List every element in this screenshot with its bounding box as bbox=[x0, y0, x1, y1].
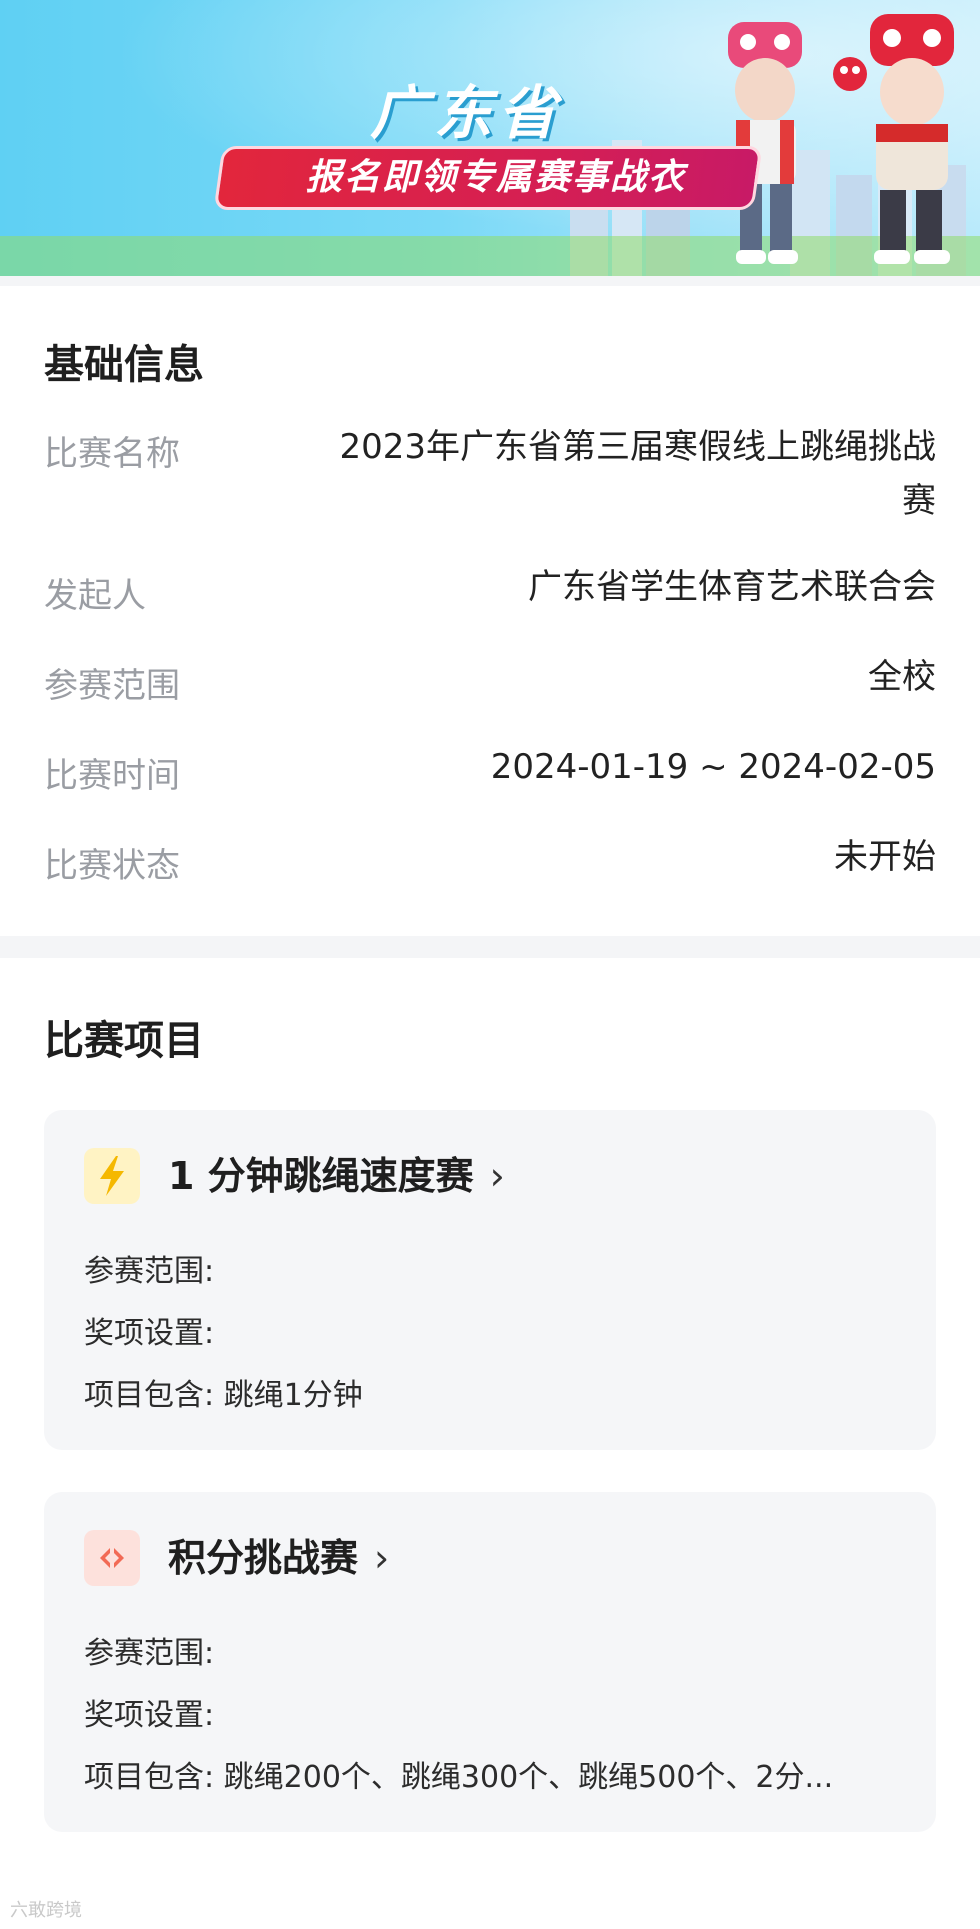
lightning-icon bbox=[84, 1148, 140, 1204]
banner-title: 广东省 bbox=[370, 79, 563, 147]
small-lion-head-icon bbox=[833, 57, 867, 91]
match-time-label: 比赛时间 bbox=[44, 756, 180, 796]
chevron-right-icon: › bbox=[374, 1536, 390, 1580]
match-time-value: 2024-01-19 ~ 2024-02-05 bbox=[490, 747, 936, 787]
event-includes-speed: 项目包含: 跳绳1分钟 bbox=[84, 1378, 363, 1413]
event-card-points[interactable]: 积分挑战赛 › 参赛范围: 奖项设置: 项目包含: 跳绳200个、跳绳300个、跳… bbox=[44, 1492, 936, 1832]
code-diamond-icon bbox=[84, 1530, 140, 1586]
event-awards-points: 奖项设置: bbox=[84, 1698, 215, 1733]
watermark: 六敢跨境 bbox=[10, 1900, 82, 1921]
basic-info-section: 基础信息 比赛名称 2023年广东省第三届寒假线上跳绳挑战 赛 发起人 广东省学… bbox=[0, 286, 980, 936]
events-title: 比赛项目 bbox=[44, 1018, 204, 1064]
section-divider bbox=[0, 936, 980, 958]
banner-ground bbox=[0, 236, 980, 276]
lion-mascot-left bbox=[728, 22, 802, 264]
basic-info-title: 基础信息 bbox=[44, 342, 204, 388]
organizer-value: 广东省学生体育艺术联合会 bbox=[528, 567, 936, 607]
banner-ribbon-text: 报名即领专属赛事战衣 bbox=[305, 157, 686, 198]
match-name-value-line1: 2023年广东省第三届寒假线上跳绳挑战 bbox=[339, 427, 936, 467]
header-banner[interactable]: 广东省 报名即领专属赛事战衣 bbox=[0, 0, 980, 276]
match-status-label: 比赛状态 bbox=[44, 846, 180, 886]
match-status-value: 未开始 bbox=[834, 837, 936, 877]
organizer-label: 发起人 bbox=[44, 576, 146, 616]
lion-mascot-right bbox=[870, 14, 954, 264]
match-name-value: 2023年广东省第三届寒假线上跳绳挑战 赛 bbox=[339, 420, 936, 528]
event-card-speed[interactable]: 1 分钟跳绳速度赛 › 参赛范围: 奖项设置: 项目包含: 跳绳1分钟 bbox=[44, 1110, 936, 1450]
match-name-value-line2: 赛 bbox=[902, 481, 936, 521]
event-includes-points: 项目包含: 跳绳200个、跳绳300个、跳绳500个、2分... bbox=[84, 1760, 834, 1795]
match-name-label: 比赛名称 bbox=[44, 434, 180, 474]
event-name-speed-text: 1 分钟跳绳速度赛 bbox=[168, 1154, 474, 1198]
event-name-speed[interactable]: 1 分钟跳绳速度赛 › bbox=[168, 1148, 505, 1204]
participation-scope-value: 全校 bbox=[868, 657, 936, 697]
event-name-points-text: 积分挑战赛 bbox=[168, 1536, 359, 1580]
event-scope-speed: 参赛范围: bbox=[84, 1254, 215, 1289]
event-scope-points: 参赛范围: bbox=[84, 1636, 215, 1671]
event-awards-speed: 奖项设置: bbox=[84, 1316, 215, 1351]
section-divider-top bbox=[0, 276, 980, 286]
event-name-points[interactable]: 积分挑战赛 › bbox=[168, 1530, 389, 1586]
participation-scope-label: 参赛范围 bbox=[44, 666, 180, 706]
chevron-right-icon: › bbox=[489, 1154, 505, 1198]
events-section: 比赛项目 1 分钟跳绳速度赛 › 参赛范围: 奖项设置: 项目包含: 跳绳1分钟 … bbox=[0, 958, 980, 1929]
